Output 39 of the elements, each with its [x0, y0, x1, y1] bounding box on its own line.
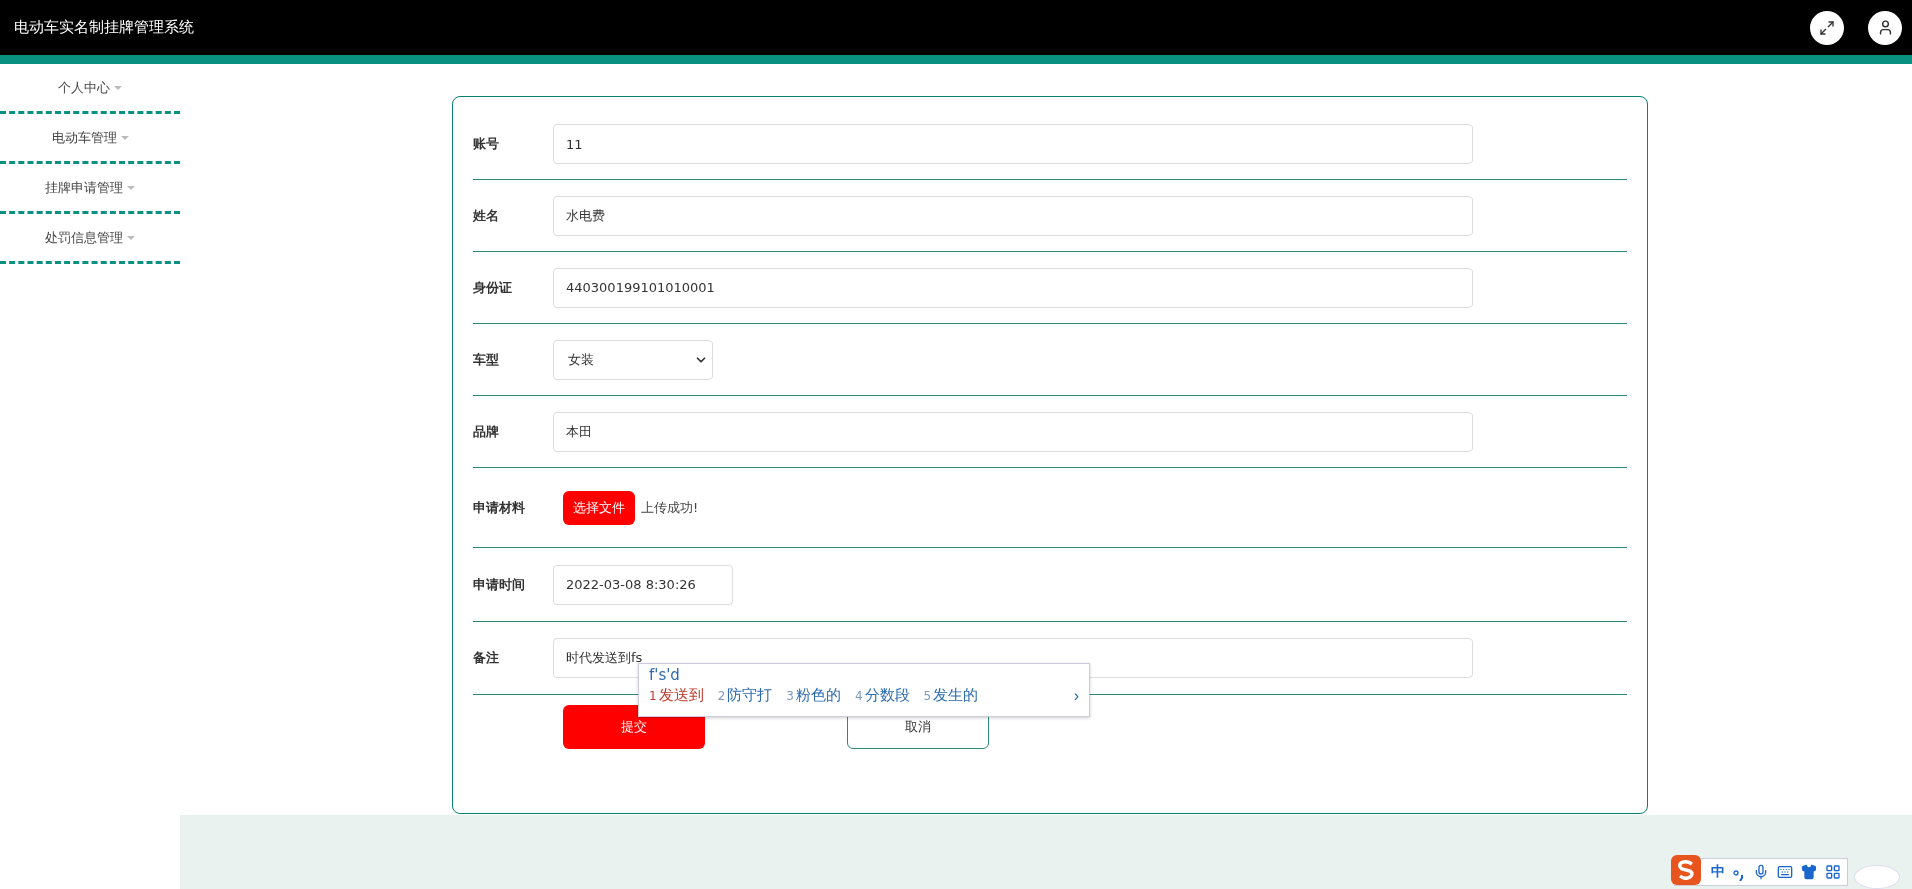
upload-status: 上传成功! [641, 498, 699, 517]
expand-icon [1819, 19, 1835, 36]
sidebar-item[interactable]: 挂牌申请管理 [0, 164, 180, 214]
next-page-button[interactable]: › [1073, 686, 1079, 705]
text-field[interactable]: 本田 [553, 411, 1473, 452]
keyboard-icon[interactable] [1777, 864, 1793, 880]
input-mode-button[interactable]: 中 [1711, 863, 1725, 881]
text-field[interactable]: 440300199101010001 [553, 267, 1473, 308]
sidebar-item[interactable]: 处罚信息管理 [0, 214, 180, 264]
caret-icon [120, 135, 129, 140]
sidebar-item[interactable]: 个人中心 [0, 64, 180, 114]
field-label: 申请时间 [473, 575, 526, 594]
ime-candidate[interactable]: 5 发生的 [923, 686, 979, 705]
profile-button[interactable] [1868, 10, 1902, 45]
text-field[interactable]: 11 [553, 124, 1473, 164]
grid-icon[interactable] [1825, 864, 1841, 880]
caret-icon [127, 185, 135, 190]
field-label: 品牌 [473, 422, 500, 441]
ime-candidate[interactable]: 4 分数段 [854, 686, 910, 705]
sidebar-item[interactable]: 电动车管理 [0, 114, 180, 164]
select-field[interactable]: 女装 [553, 339, 713, 380]
choose-file-button[interactable]: 选择文件 [563, 490, 635, 525]
caret-icon [114, 85, 122, 90]
field-label: 备注 [473, 649, 500, 667]
fullscreen-button[interactable] [1810, 10, 1844, 45]
ime-candidate[interactable]: 3 粉色的 [786, 686, 841, 705]
app-title: 电动车实名制挂牌管理系统 [14, 18, 194, 37]
microphone-icon[interactable] [1753, 864, 1769, 880]
caret-icon [127, 235, 135, 240]
field-label: 姓名 [473, 206, 500, 225]
shirt-icon[interactable] [1801, 864, 1817, 880]
field-label: 身份证 [473, 278, 513, 297]
date-field[interactable]: 2022-03-08 8:30:26 [553, 564, 733, 605]
field-label: 账号 [473, 135, 500, 153]
ime-candidate[interactable]: 1 发送到 [649, 686, 704, 705]
text-field[interactable]: 水电费 [553, 195, 1473, 236]
field-label: 车型 [473, 350, 500, 369]
ime-candidate[interactable]: 2 防守打 [717, 686, 773, 705]
field-label: 申请材料 [473, 498, 526, 517]
